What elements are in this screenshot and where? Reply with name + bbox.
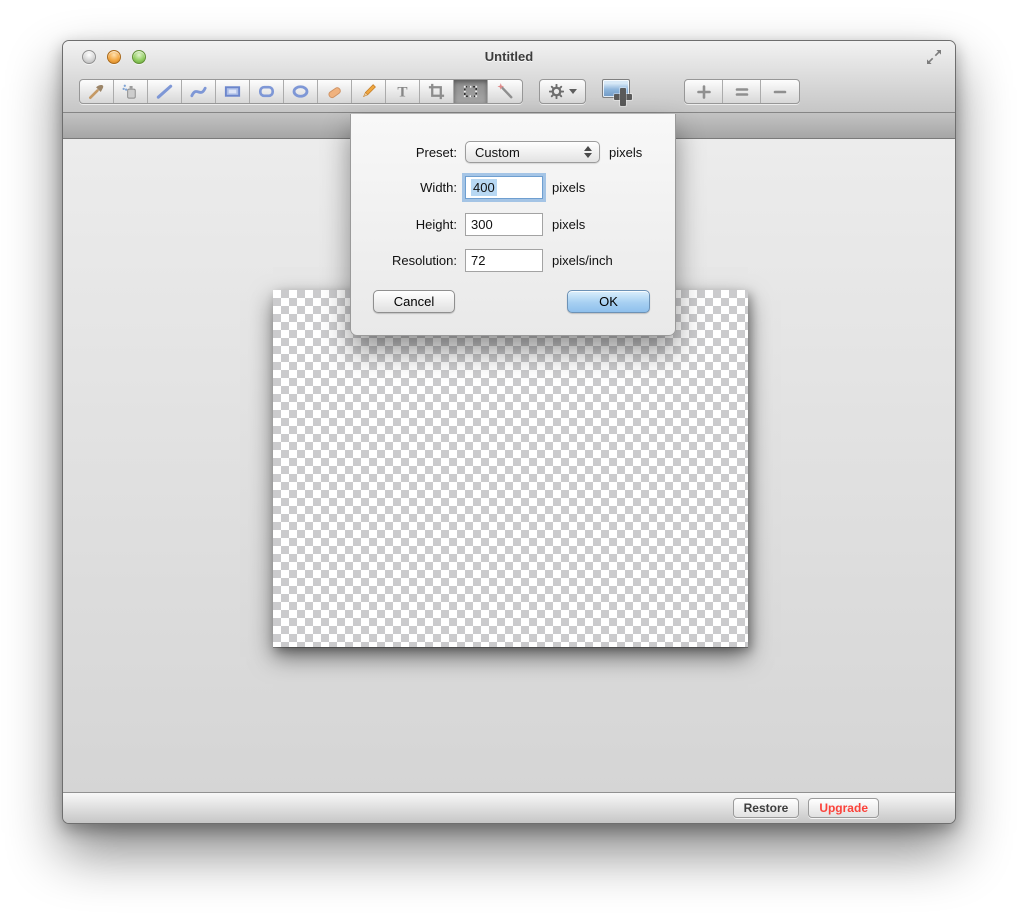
tool-rectangle[interactable] (216, 80, 250, 103)
add-image-button[interactable] (602, 77, 638, 107)
plus-icon (696, 84, 711, 99)
rounded-rectangle-icon (258, 85, 275, 98)
cancel-button[interactable]: Cancel (373, 290, 455, 313)
footer-bar: Restore Upgrade (63, 792, 955, 823)
transparent-canvas[interactable] (273, 290, 748, 647)
height-field[interactable]: 300 (465, 212, 543, 236)
tool-ellipse[interactable] (284, 80, 318, 103)
width-suffix: pixels (552, 179, 586, 195)
crop-icon (428, 83, 445, 100)
tool-eraser[interactable] (318, 80, 352, 103)
text-tool-icon: T (397, 83, 407, 100)
popup-arrows-icon (584, 146, 592, 158)
rectangle-icon (224, 86, 241, 97)
width-value: 400 (471, 178, 497, 196)
chevron-down-icon (568, 89, 577, 94)
equals-icon (735, 87, 748, 96)
minimize-button[interactable] (107, 50, 121, 64)
gear-icon (548, 84, 564, 99)
spray-can-icon (122, 84, 136, 99)
tool-eyedropper[interactable] (80, 80, 114, 103)
width-field[interactable]: 400 (465, 175, 543, 199)
new-image-sheet: Preset: Custom pixels Width: 400 pixels … (350, 114, 676, 336)
tool-rounded-rectangle[interactable] (250, 80, 284, 103)
resolution-value: 72 (471, 252, 486, 268)
selection-marquee-icon (463, 85, 478, 98)
preset-suffix: pixels (609, 144, 643, 160)
resolution-suffix: pixels/inch (552, 252, 613, 268)
tool-magic-wand[interactable] (488, 80, 522, 103)
pencil-icon (362, 84, 376, 98)
tool-line[interactable] (148, 80, 182, 103)
ok-button[interactable]: OK (567, 290, 650, 313)
window-title: Untitled (484, 48, 534, 64)
zoom-in-button[interactable] (685, 80, 723, 103)
resolution-field[interactable]: 72 (465, 248, 543, 272)
eyedropper-icon (88, 84, 104, 100)
height-suffix: pixels (552, 216, 586, 232)
tool-crop[interactable] (420, 80, 454, 103)
ellipse-icon (292, 85, 309, 98)
width-label: Width: (420, 179, 457, 195)
app-window: Untitled T Restore Upgrade Preset: Custo… (62, 40, 956, 824)
titlebar[interactable]: Untitled (63, 41, 955, 71)
traffic-lights (82, 50, 146, 64)
tool-text[interactable]: T (386, 80, 420, 103)
upgrade-button[interactable]: Upgrade (808, 798, 879, 818)
actual-size-button[interactable] (723, 80, 761, 103)
eraser-icon (328, 87, 341, 99)
restore-button[interactable]: Restore (732, 798, 800, 818)
line-icon (156, 84, 173, 99)
tool-pencil[interactable] (352, 80, 386, 103)
svg-text:T: T (397, 83, 407, 100)
window-chrome: Untitled T (63, 41, 955, 113)
zoom-window-button[interactable] (132, 50, 146, 64)
preset-popup[interactable]: Custom (465, 141, 600, 163)
tools-segmented-control: T (79, 79, 523, 104)
zoom-out-button[interactable] (761, 80, 799, 103)
preset-value: Custom (475, 144, 520, 160)
gear-menu-button[interactable] (539, 79, 586, 104)
fullscreen-arrows-icon[interactable] (926, 49, 942, 65)
minus-icon (773, 90, 787, 93)
magic-wand-icon (496, 83, 512, 99)
tool-rectangular-selection[interactable] (454, 80, 488, 103)
close-button[interactable] (82, 50, 96, 64)
tool-spray-can[interactable] (114, 80, 148, 103)
preset-label: Preset: (415, 144, 457, 160)
toolbar: T (63, 71, 955, 113)
height-value: 300 (471, 216, 493, 232)
tool-curve[interactable] (182, 80, 216, 103)
curve-icon (190, 86, 207, 98)
resolution-label: Resolution: (391, 252, 457, 268)
zoom-segmented-control (684, 79, 800, 104)
height-label: Height: (415, 216, 457, 232)
